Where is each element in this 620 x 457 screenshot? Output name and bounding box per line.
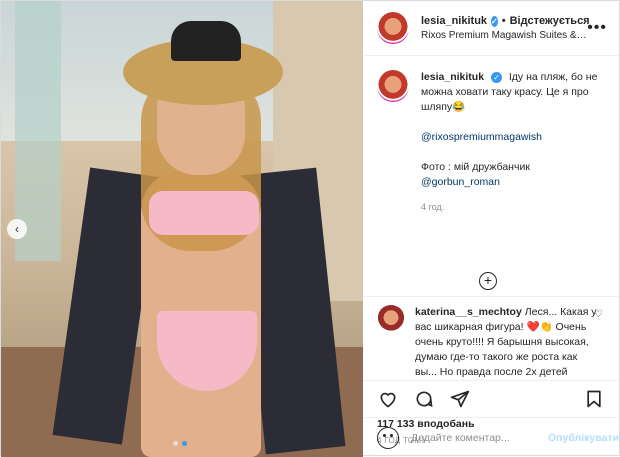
heart-icon[interactable]: [377, 388, 399, 410]
caption-time: 4 год.: [421, 202, 445, 212]
add-comment-icon[interactable]: +: [479, 272, 497, 290]
comment-item: katerina__s_mechtoy Леся... Какая у вас …: [363, 296, 619, 380]
header-row: lesia_nikituk ✓ • Відстежується: [421, 15, 590, 27]
comment-icon[interactable]: [413, 388, 435, 410]
verified-icon: ✓: [491, 15, 498, 27]
header-separator: •: [501, 15, 506, 27]
avatar[interactable]: [377, 12, 409, 44]
verified-icon: ✓: [490, 72, 502, 83]
avatar[interactable]: [377, 70, 409, 102]
photo-hatband: [171, 21, 241, 61]
comment-text: katerina__s_mechtoy Леся... Какая у вас …: [415, 305, 601, 380]
comment-username[interactable]: katerina__s_mechtoy: [415, 306, 522, 318]
action-bar: [363, 380, 619, 416]
photo-swim-top: [149, 191, 259, 235]
instagram-post: ‹ lesia_nikituk ✓ • Відстежується Rixos …: [0, 0, 620, 457]
photo-person: [52, 21, 346, 457]
publish-button[interactable]: Опублікувати: [548, 432, 619, 444]
caption-photo-mention[interactable]: @gorbun_roman: [421, 175, 605, 190]
post-sidebar: lesia_nikituk ✓ • Відстежується Rixos Pr…: [363, 1, 619, 457]
carousel-indicator: [173, 441, 187, 446]
caption-text: lesia_nikituk ✓ Іду на пляж, бо не можна…: [421, 70, 605, 215]
caption-photo-label: Фото : мій дружбанчик: [421, 161, 530, 173]
comment-form: Опублікувати: [363, 417, 619, 457]
carousel-prev-button[interactable]: ‹: [7, 219, 27, 239]
caption-mention[interactable]: @rixospremiummagawish: [421, 130, 605, 145]
emoji-icon[interactable]: [377, 426, 399, 449]
caption-username[interactable]: lesia_nikituk: [421, 71, 484, 83]
header-info: lesia_nikituk ✓ • Відстежується Rixos Pr…: [421, 15, 590, 41]
comments-area: lesia_nikituk ✓ Іду на пляж, бо не можна…: [363, 56, 619, 296]
following-button[interactable]: Відстежується: [510, 15, 590, 27]
post-header: lesia_nikituk ✓ • Відстежується Rixos Pr…: [363, 1, 619, 56]
chevron-left-icon: ‹: [15, 222, 19, 236]
carousel-dot: [173, 441, 178, 446]
carousel-dot-active: [182, 441, 187, 446]
avatar[interactable]: [377, 305, 405, 333]
share-icon[interactable]: [449, 388, 471, 410]
header-username[interactable]: lesia_nikituk: [421, 15, 487, 27]
comment-like-icon[interactable]: ♡: [594, 309, 603, 320]
more-options-icon[interactable]: •••: [587, 19, 607, 37]
location-link[interactable]: Rixos Premium Magawish Suites & Villas: [421, 30, 587, 41]
comment-input[interactable]: [409, 430, 548, 445]
caption: lesia_nikituk ✓ Іду на пляж, бо не можна…: [377, 70, 605, 215]
post-photo[interactable]: ‹: [1, 1, 363, 457]
bookmark-icon[interactable]: [583, 388, 605, 410]
